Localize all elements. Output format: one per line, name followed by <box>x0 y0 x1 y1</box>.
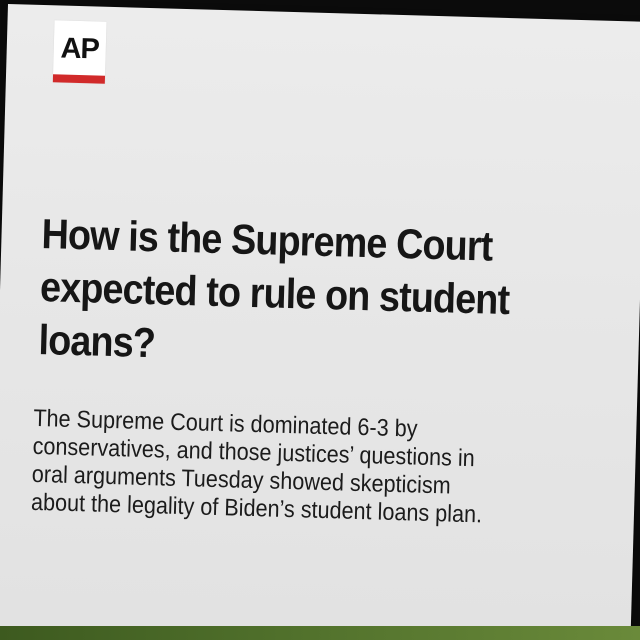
body-text: The Supreme Court is dominated 6-3 by co… <box>30 404 483 529</box>
ap-logo: AP <box>52 20 107 84</box>
ap-logo-text: AP <box>60 32 100 66</box>
headline: How is the Supreme Court expected to rul… <box>37 210 510 367</box>
news-card: AP How is the Supreme Court expected to … <box>0 4 640 640</box>
screen: AP How is the Supreme Court expected to … <box>0 0 640 640</box>
bottom-strip <box>0 626 640 640</box>
ap-logo-red-bar <box>52 74 106 84</box>
